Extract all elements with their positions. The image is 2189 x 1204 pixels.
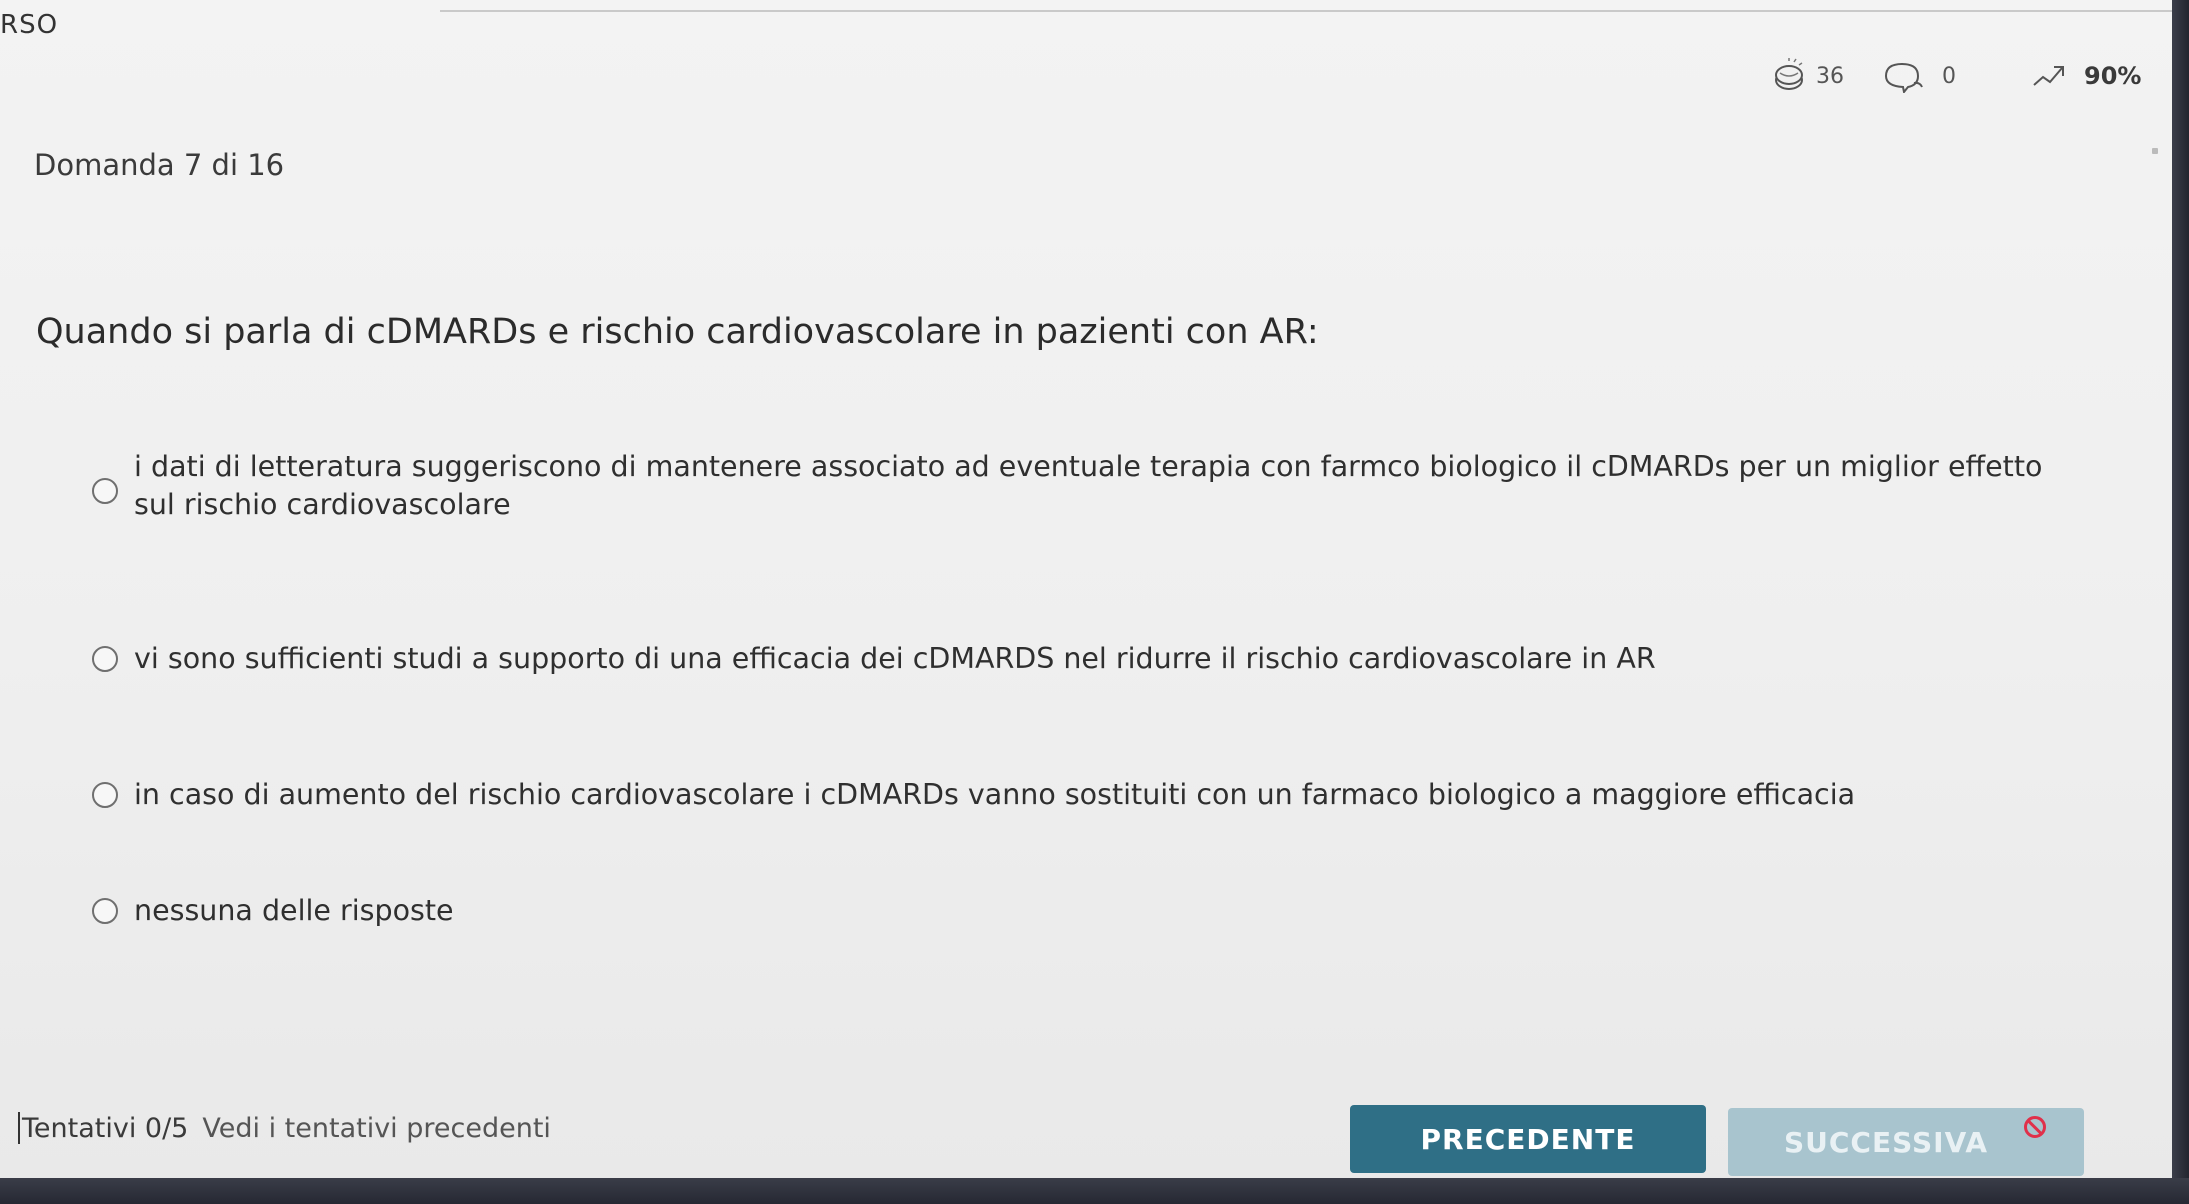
radio-button[interactable] [92,782,118,808]
coins-stat: 36 [1770,58,1844,94]
radio-button[interactable] [92,898,118,924]
radio-button[interactable] [92,478,118,504]
text-cursor [18,1112,20,1144]
trend-up-icon [2032,63,2066,89]
attempts-info: Tentativi 0/5 Vedi i tentativi precedent… [18,1112,551,1144]
answer-option-label: vi sono sufficienti studi a supporto di … [134,642,1656,675]
attempts-count: Tentativi 0/5 [22,1112,189,1144]
course-title-fragment: RSO [0,10,59,40]
answer-option-4[interactable]: nessuna delle risposte [92,892,454,930]
quiz-screen: RSO 36 0 90% Domanda 7 di 16 Quando si p… [0,0,2175,1180]
progress-stat: 90% [2032,62,2141,90]
previous-attempts-link[interactable]: Vedi i tentativi precedenti [202,1113,551,1144]
comments-count: 0 [1942,63,1956,89]
radio-button[interactable] [92,646,118,672]
previous-button[interactable]: PRECEDENTE [1350,1105,1706,1173]
monitor-bezel-bottom [0,1178,2189,1204]
stats-bar: 36 0 90% [1770,56,2175,96]
next-button-label: SUCCESSIVA [1783,1125,1989,1159]
comment-icon [1880,59,1934,93]
answer-option-3[interactable]: in caso di aumento del rischio cardiovas… [92,776,1855,814]
progress-percent: 90% [2084,62,2142,90]
header-divider [440,10,2175,12]
question-counter: Domanda 7 di 16 [34,148,285,182]
question-text: Quando si parla di cDMARDs e rischio car… [36,312,1319,352]
scroll-indicator [2152,148,2158,154]
answer-option-1[interactable]: i dati di letteratura suggeriscono di ma… [92,448,2054,524]
answer-option-label: i dati di letteratura suggeriscono di ma… [134,450,2043,521]
answer-option-label: nessuna delle risposte [134,894,454,927]
monitor-bezel-right [2172,0,2189,1204]
coins-count: 36 [1816,63,1844,89]
comments-stat: 0 [1880,59,1956,93]
answer-option-label: in caso di aumento del rischio cardiovas… [134,778,1856,811]
ban-icon [2024,1116,2046,1138]
coins-icon [1770,58,1808,94]
answer-option-2[interactable]: vi sono sufficienti studi a supporto di … [92,640,1656,678]
